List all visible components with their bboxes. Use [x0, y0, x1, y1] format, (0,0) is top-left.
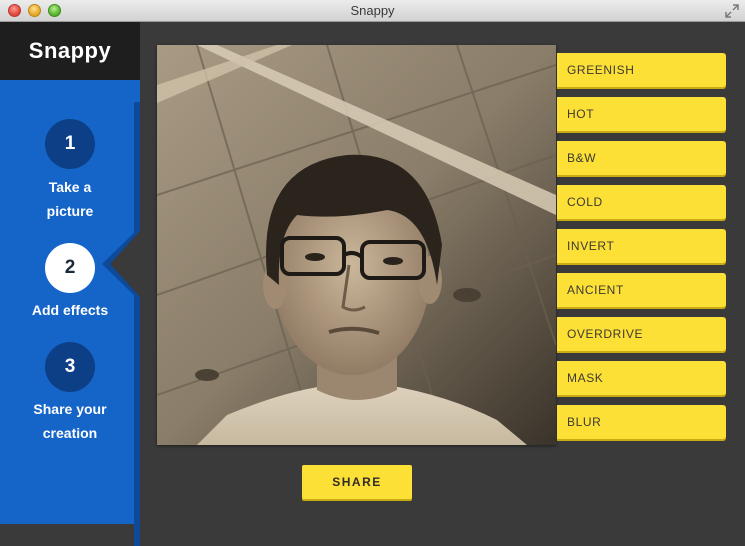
effect-button-bw[interactable]: B&W [557, 141, 726, 175]
photo-preview [157, 45, 556, 445]
effect-button-cold[interactable]: COLD [557, 185, 726, 219]
effect-button-mask[interactable]: MASK [557, 361, 726, 395]
effect-button-blur[interactable]: BLUR [557, 405, 726, 439]
fullscreen-icon[interactable] [725, 4, 739, 18]
step-2-label-line1: Add effects [31, 302, 109, 318]
effect-button-greenish[interactable]: GREENISH [557, 53, 726, 87]
effect-button-invert[interactable]: INVERT [557, 229, 726, 263]
step-3-label[interactable]: Share your creation [0, 397, 140, 445]
share-button[interactable]: SHARE [302, 465, 412, 499]
effect-button-hot[interactable]: HOT [557, 97, 726, 131]
sidebar-edge [134, 102, 140, 546]
webcam-photo-image [157, 45, 556, 445]
step-1-circle[interactable]: 1 [45, 119, 95, 169]
step-3-label-line1: Share your [33, 401, 107, 417]
active-step-pointer-cutout [110, 231, 140, 297]
app-brand: Snappy [0, 22, 140, 80]
window-title: Snappy [350, 3, 395, 18]
window-titlebar: Snappy [0, 0, 745, 22]
step-1-label[interactable]: Take a picture [0, 175, 140, 223]
step-3-circle[interactable]: 3 [45, 342, 95, 392]
effect-button-ancient[interactable]: ANCIENT [557, 273, 726, 307]
step-2-label[interactable]: Add effects [0, 298, 140, 322]
step-3-label-line2: creation [42, 425, 98, 441]
step-1-label-line1: Take a [48, 179, 92, 195]
effect-button-overdrive[interactable]: OVERDRIVE [557, 317, 726, 351]
step-2-circle[interactable]: 2 [45, 243, 95, 293]
step-1-label-line2: picture [46, 203, 94, 219]
